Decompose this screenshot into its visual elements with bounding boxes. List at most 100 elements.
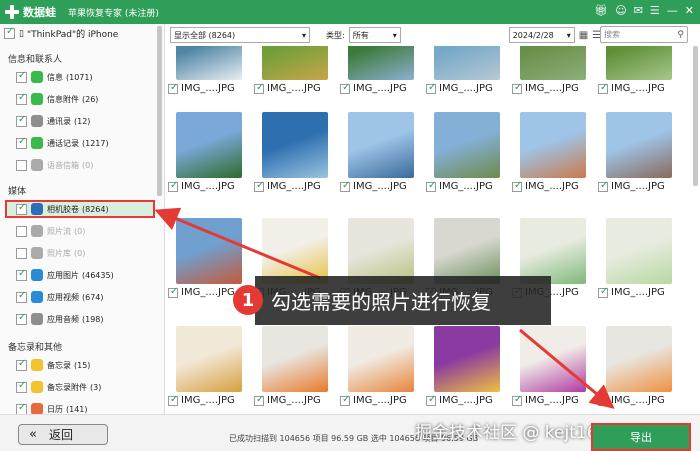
photo-thumbnail[interactable] <box>176 46 242 80</box>
photo-thumbnail[interactable] <box>348 326 414 392</box>
photo-checkbox[interactable] <box>598 394 608 406</box>
sidebar-item-checkbox[interactable] <box>16 380 27 393</box>
sidebar-item-checkbox[interactable] <box>16 202 27 215</box>
photo-item[interactable]: IMG_....JPG <box>512 46 598 94</box>
photo-thumbnail[interactable] <box>434 326 500 392</box>
photo-checkbox[interactable] <box>254 82 264 94</box>
photo-checkbox[interactable] <box>168 286 178 298</box>
sidebar-item[interactable]: 应用视频(674) <box>16 290 104 304</box>
sidebar-item-checkbox[interactable] <box>16 225 27 237</box>
photo-thumbnail[interactable] <box>176 218 242 284</box>
device-checkbox[interactable] <box>4 26 15 39</box>
device-item[interactable]: ▯ "ThinkPad"的 iPhone <box>4 26 118 40</box>
photo-checkbox[interactable] <box>598 286 608 298</box>
back-button[interactable]: « 返回 <box>18 424 108 445</box>
photo-thumbnail[interactable] <box>520 218 586 284</box>
photo-thumbnail[interactable] <box>262 112 328 178</box>
photo-thumbnail[interactable] <box>262 46 328 80</box>
photo-item[interactable]: IMG_....JPG <box>254 46 340 94</box>
photo-checkbox[interactable] <box>512 180 522 192</box>
photo-item[interactable]: IMG_....JPG <box>168 46 254 94</box>
sidebar-item-checkbox[interactable] <box>16 290 27 303</box>
photo-checkbox[interactable] <box>168 180 178 192</box>
photo-checkbox[interactable] <box>254 180 264 192</box>
photo-thumbnail[interactable] <box>262 218 328 284</box>
sidebar-item[interactable]: 语音信箱 (0) <box>16 158 93 172</box>
type-select[interactable]: 所有 ▾ <box>348 27 401 43</box>
sidebar-item-checkbox[interactable] <box>16 92 27 105</box>
photo-item[interactable]: IMG_....JPG <box>340 46 426 94</box>
photo-checkbox[interactable] <box>598 82 608 94</box>
sidebar-item-checkbox[interactable] <box>16 402 27 414</box>
photo-item[interactable]: IMG_....JPG <box>340 326 426 406</box>
photo-thumbnail[interactable] <box>348 218 414 284</box>
photo-checkbox[interactable] <box>512 394 522 406</box>
sidebar-item[interactable]: 通讯录(12) <box>16 114 90 128</box>
photo-thumbnail[interactable] <box>606 326 672 392</box>
sidebar-item-checkbox[interactable] <box>16 312 27 325</box>
photo-checkbox[interactable] <box>340 180 350 192</box>
photo-item[interactable]: IMG_....JPG <box>598 218 684 298</box>
sidebar-item[interactable]: 信息(1071) <box>16 70 93 84</box>
sidebar-item-checkbox[interactable] <box>16 268 27 281</box>
photo-item[interactable]: IMG_....JPG <box>598 112 684 192</box>
chat-icon[interactable]: ✉ <box>634 4 643 17</box>
sidebar-item[interactable]: 照片库 (0) <box>16 246 85 260</box>
sidebar-item[interactable]: 备忘录(15) <box>16 358 90 372</box>
photo-checkbox[interactable] <box>254 394 264 406</box>
sidebar-item-checkbox[interactable] <box>16 70 27 83</box>
photo-item[interactable]: IMG_....JPG <box>426 112 512 192</box>
photo-checkbox[interactable] <box>426 82 436 94</box>
sidebar-item[interactable]: 照片流 (0) <box>16 224 85 238</box>
minimize-icon[interactable]: — <box>667 4 678 17</box>
sidebar-item-checkbox[interactable] <box>16 136 27 149</box>
photo-thumbnail[interactable] <box>434 46 500 80</box>
photo-checkbox[interactable] <box>512 82 522 94</box>
photo-checkbox[interactable] <box>340 394 350 406</box>
photo-item[interactable]: IMG_....JPG <box>512 112 598 192</box>
photo-checkbox[interactable] <box>340 82 350 94</box>
close-icon[interactable]: ✕ <box>685 4 694 17</box>
date-select[interactable]: 2024/2/28 ▾ <box>508 27 575 43</box>
photo-thumbnail[interactable] <box>520 326 586 392</box>
sidebar-item[interactable]: 应用音频(198) <box>16 312 104 326</box>
photo-item[interactable]: IMG_....JPG <box>340 112 426 192</box>
sidebar-item-checkbox[interactable] <box>16 114 27 127</box>
photo-thumbnail[interactable] <box>606 46 672 80</box>
photo-checkbox[interactable] <box>426 180 436 192</box>
photo-checkbox[interactable] <box>598 180 608 192</box>
user-icon[interactable]: ☺ <box>615 4 626 17</box>
photo-item[interactable]: IMG_....JPG <box>426 326 512 406</box>
photo-thumbnail[interactable] <box>348 112 414 178</box>
sidebar-item[interactable]: 相机胶卷(8264) <box>5 200 155 218</box>
photo-checkbox[interactable] <box>168 394 178 406</box>
sidebar-item[interactable]: 通话记录(1217) <box>16 136 109 150</box>
photo-item[interactable]: IMG_....JPG <box>168 326 254 406</box>
sidebar-item[interactable]: 应用图片(46435) <box>16 268 114 282</box>
photo-item[interactable]: IMG_....JPG <box>254 112 340 192</box>
sidebar-item[interactable]: 信息附件(26) <box>16 92 98 106</box>
photo-thumbnail[interactable] <box>520 112 586 178</box>
sidebar-item[interactable]: 日历(141) <box>16 402 88 414</box>
search-input[interactable]: 搜索 ⚲ <box>600 26 688 43</box>
photo-thumbnail[interactable] <box>348 46 414 80</box>
photo-thumbnail[interactable] <box>606 218 672 284</box>
menu-icon[interactable]: ☰ <box>650 4 660 17</box>
filter-select[interactable]: 显示全部 (8264) ▾ <box>170 27 310 43</box>
photo-checkbox[interactable] <box>426 394 436 406</box>
photo-thumbnail[interactable] <box>606 112 672 178</box>
photo-thumbnail[interactable] <box>434 112 500 178</box>
export-button[interactable]: 导出 <box>591 423 691 451</box>
sidebar-item[interactable]: 备忘录附件(3) <box>16 380 101 394</box>
photo-thumbnail[interactable] <box>176 112 242 178</box>
photo-checkbox[interactable] <box>168 82 178 94</box>
search-icon[interactable]: ⚲ <box>677 30 684 40</box>
sidebar-item-checkbox[interactable] <box>16 159 27 171</box>
grid-scrollbar[interactable] <box>693 46 698 186</box>
photo-thumbnail[interactable] <box>176 326 242 392</box>
sidebar-scrollbar[interactable] <box>157 26 162 196</box>
photo-item[interactable]: IMG_....JPG <box>598 326 684 406</box>
photo-item[interactable]: IMG_....JPG <box>168 112 254 192</box>
photo-thumbnail[interactable] <box>434 218 500 284</box>
sidebar-item-checkbox[interactable] <box>16 358 27 371</box>
